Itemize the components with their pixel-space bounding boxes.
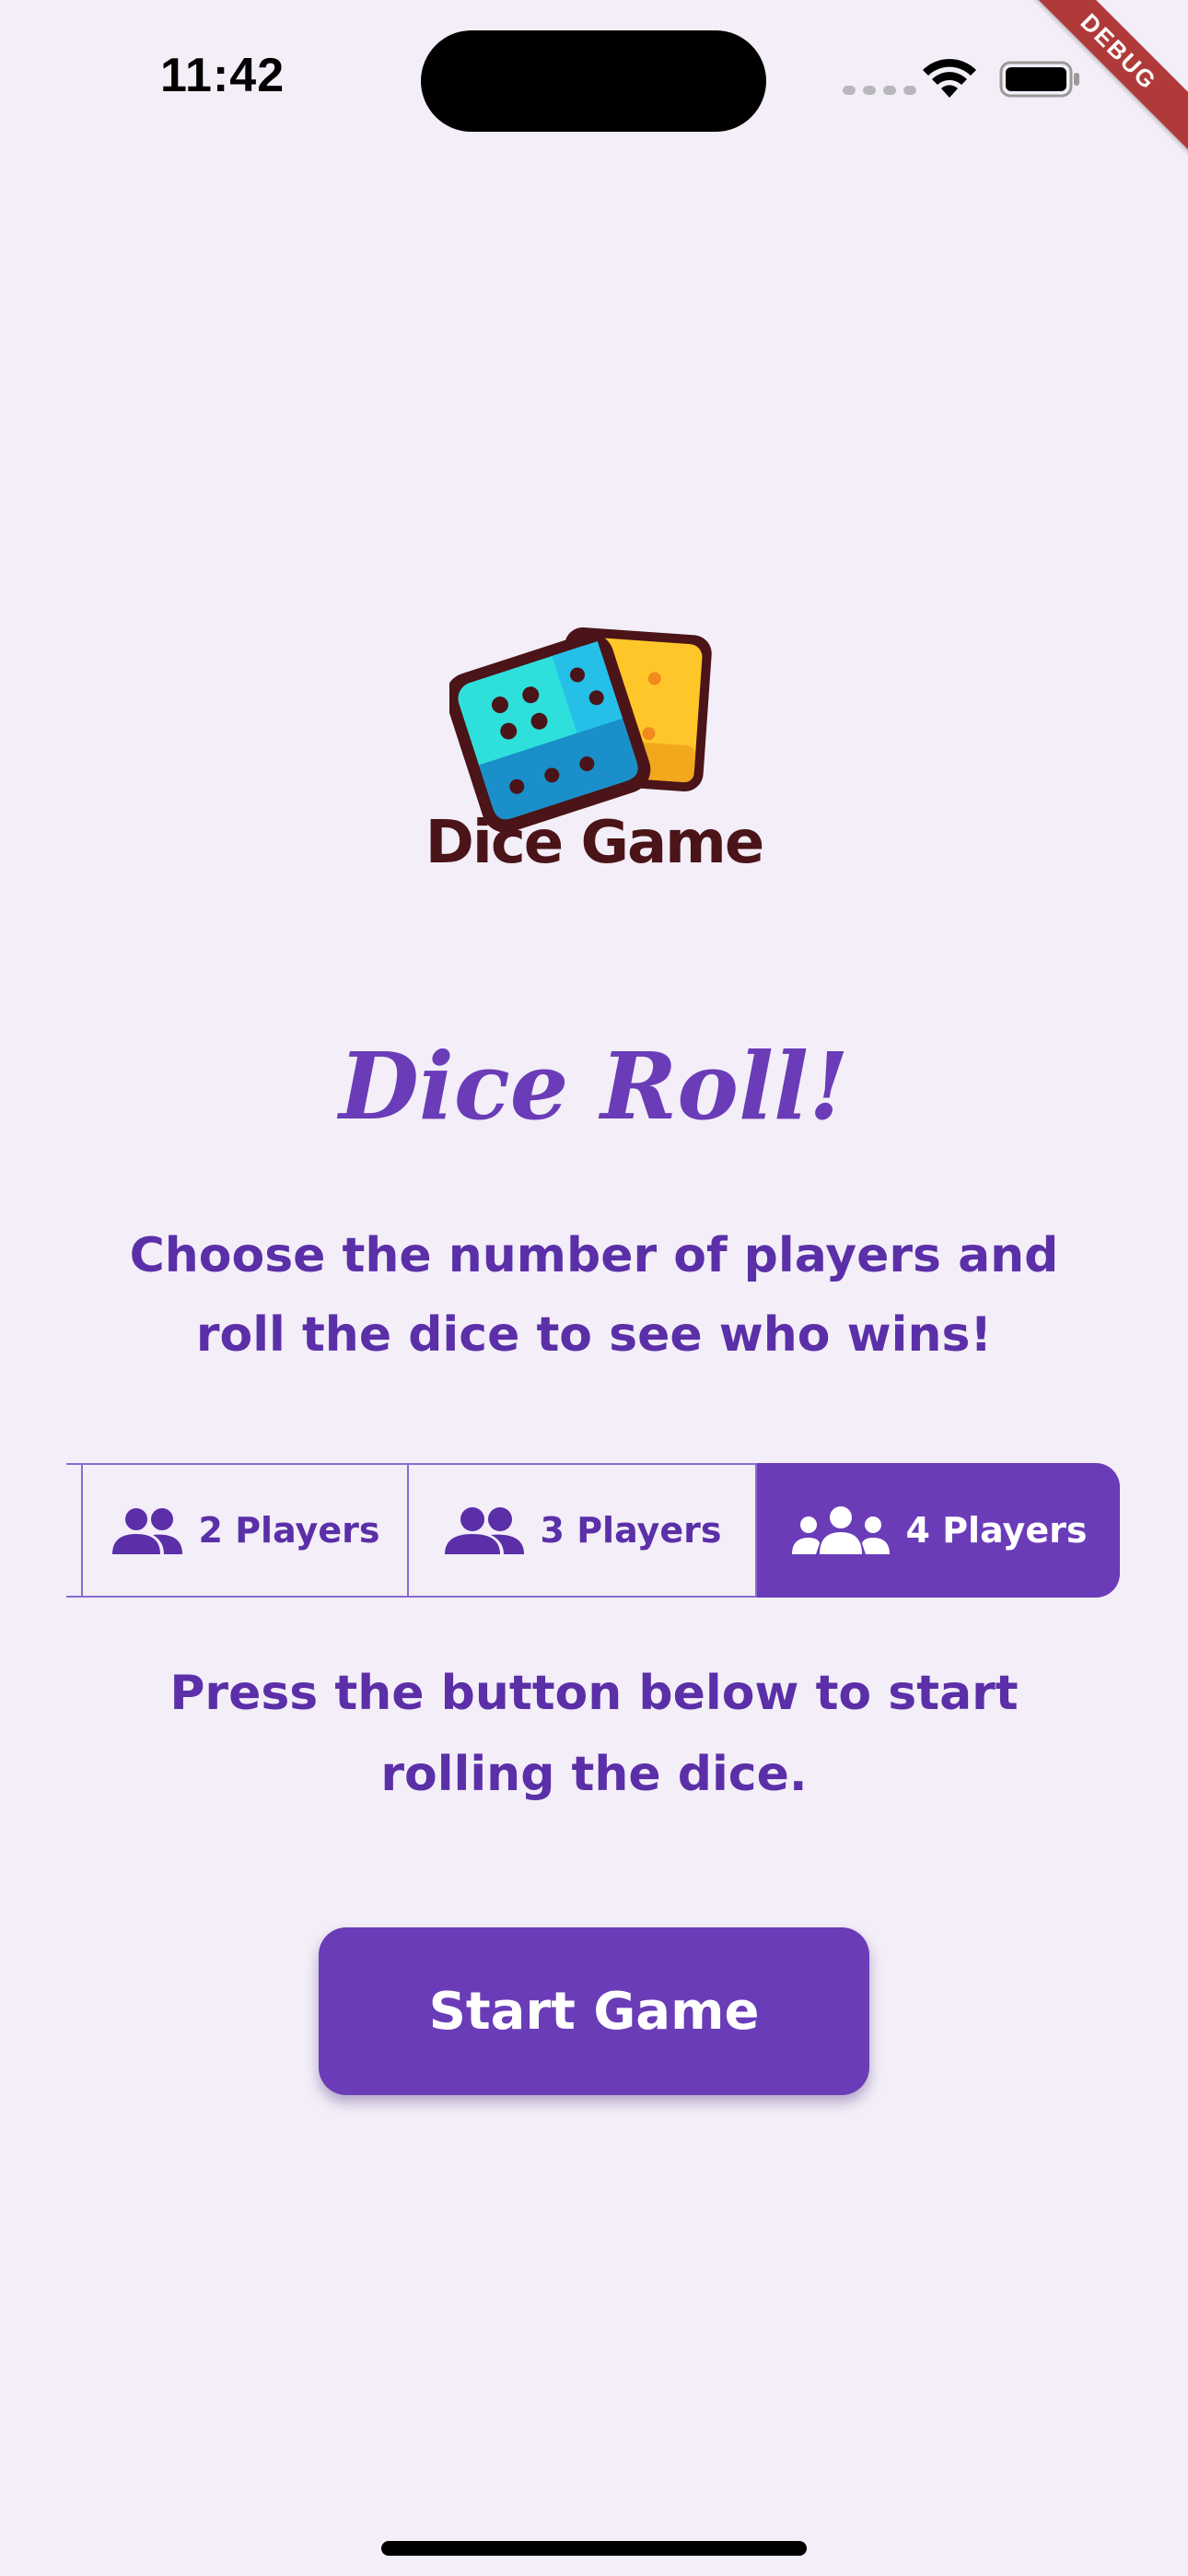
player-count-selector: 2 Players 3 Players 4 Players xyxy=(66,1463,1120,1598)
cellular-signal-icon xyxy=(843,86,916,95)
group-icon xyxy=(444,1507,524,1554)
battery-icon xyxy=(999,61,1079,98)
status-time: 11:42 xyxy=(160,49,285,102)
segment-divider xyxy=(66,1463,83,1598)
page-subtitle: Choose the number of players and roll th… xyxy=(129,1228,1059,1363)
segment-2-players[interactable]: 2 Players xyxy=(83,1463,409,1598)
start-game-button[interactable]: Start Game xyxy=(319,1927,869,2095)
group-icon xyxy=(111,1508,182,1554)
wifi-icon xyxy=(923,58,976,98)
logo-text: Dice Game xyxy=(425,809,765,877)
dynamic-island xyxy=(421,30,766,132)
segment-label: 3 Players xyxy=(540,1510,722,1551)
segment-3-players[interactable]: 3 Players xyxy=(409,1463,757,1598)
page-title: Dice Roll! xyxy=(339,1032,849,1141)
segment-label: 2 Players xyxy=(198,1510,380,1551)
home-indicator xyxy=(381,2541,807,2556)
segment-label: 4 Players xyxy=(905,1510,1088,1551)
groups-icon xyxy=(791,1506,890,1554)
instructions-text: Press the button below to start rolling … xyxy=(169,1666,1019,1802)
segment-4-players[interactable]: 4 Players xyxy=(757,1463,1120,1598)
